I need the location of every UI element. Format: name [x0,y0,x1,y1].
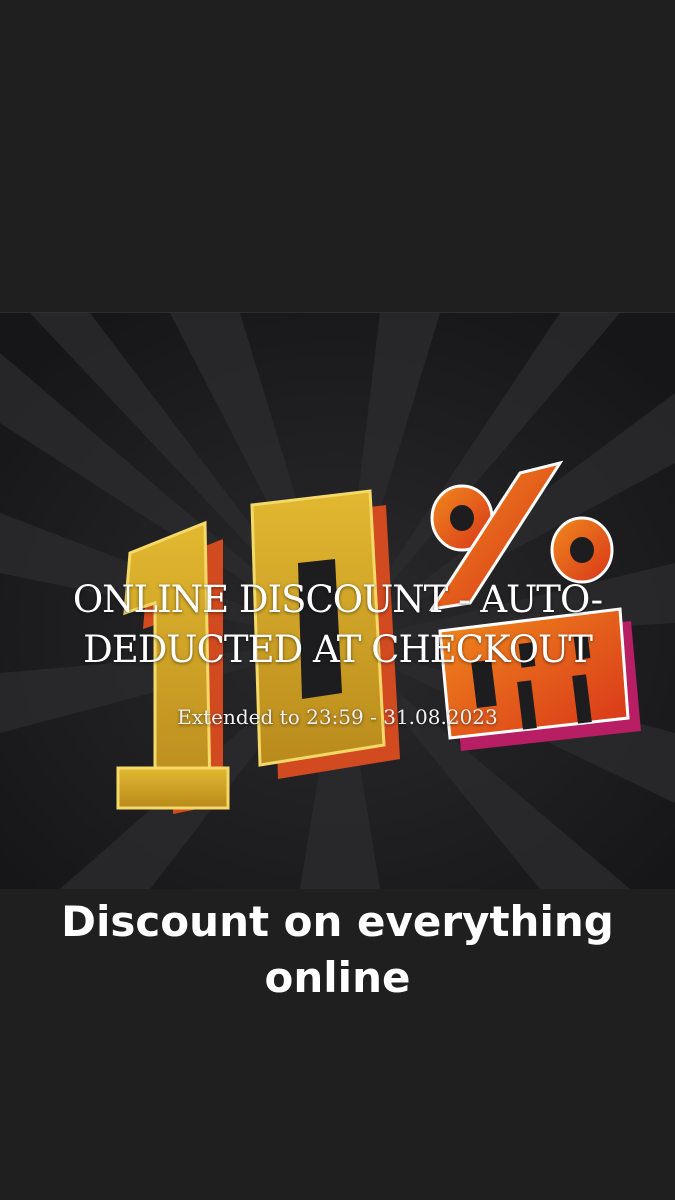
top-empty-area [0,0,675,312]
banner-title: ONLINE DISCOUNT - AUTO-DEDUCTED AT CHECK… [72,578,603,671]
banner-subtitle: Extended to 23:59 - 31.08.2023 [177,705,498,729]
promo-banner[interactable]: ONLINE DISCOUNT - AUTO-DEDUCTED AT CHECK… [0,312,675,889]
story-caption: Discount on everything online [61,897,614,1002]
